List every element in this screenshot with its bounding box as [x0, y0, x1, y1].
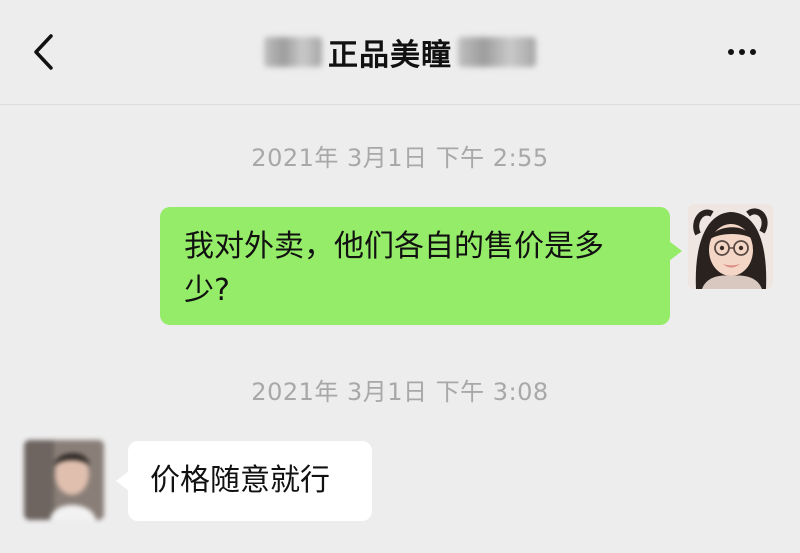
message-text: 价格随意就行 [150, 463, 330, 498]
chat-title-area: 正品美瞳 [0, 28, 800, 76]
user-avatar-icon [688, 204, 773, 289]
redacted-name-suffix [458, 37, 536, 67]
avatar[interactable] [24, 440, 104, 520]
incoming-message-bubble[interactable]: 价格随意就行 [116, 441, 372, 521]
contact-avatar-icon [24, 440, 104, 520]
chat-title: 正品美瞳 [328, 38, 452, 73]
more-horizontal-icon [750, 49, 756, 55]
chat-screen: 正品美瞳 2021年 3月1日 下午 2:55 我对外卖，他们各自的售价是多少? [0, 0, 800, 553]
more-options-button[interactable] [720, 38, 764, 66]
outgoing-message-bubble[interactable]: 我对外卖，他们各自的售价是多少? [160, 207, 682, 325]
redacted-name-prefix [264, 37, 322, 67]
message-timestamp: 2021年 3月1日 下午 3:08 [251, 378, 549, 406]
message-timestamp: 2021年 3月1日 下午 2:55 [251, 144, 549, 172]
avatar[interactable] [688, 204, 773, 289]
message-text: 我对外卖，他们各自的售价是多少? [184, 229, 604, 308]
more-horizontal-icon [728, 49, 734, 55]
chat-header: 正品美瞳 [0, 0, 800, 105]
more-horizontal-icon [739, 49, 745, 55]
